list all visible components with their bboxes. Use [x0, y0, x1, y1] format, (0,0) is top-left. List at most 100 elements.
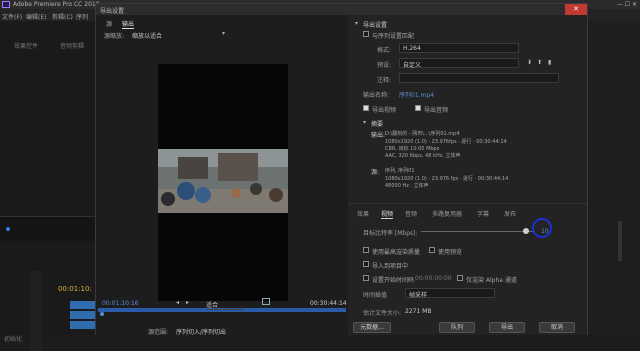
crop-icon[interactable]	[262, 298, 270, 305]
tab-captions[interactable]: 字幕	[477, 209, 489, 218]
playhead-icon[interactable]	[100, 312, 104, 316]
tab-source[interactable]: 源	[106, 19, 112, 28]
alpha-only-label: 仅渲染 Alpha 通道	[466, 277, 517, 284]
tab-output[interactable]: 输出	[122, 19, 135, 29]
app-title: Adobe Premiere Pro CC 2018	[13, 1, 100, 8]
file-size-value: 2271 MB	[405, 308, 432, 315]
preset-label: 预设:	[377, 62, 392, 69]
video-frame-svg	[158, 149, 288, 213]
max-render-label: 使用最高渲染质量	[372, 249, 421, 256]
source-scale-label: 源缩放:	[104, 33, 125, 40]
export-settings-header: 导出设置	[363, 22, 388, 29]
summary-output-audio: AAC, 320 Kbps, 48 kHz, 立体声	[385, 153, 461, 159]
bitrate-label: 目标比特率 [Mbps]:	[363, 230, 418, 237]
bitrate-slider-track[interactable]	[421, 231, 535, 232]
source-timeline-strip	[0, 216, 95, 241]
menu-sequence[interactable]: 序列	[76, 12, 88, 21]
export-button[interactable]: 导出	[489, 322, 525, 333]
chevron-down-icon[interactable]: ▾	[222, 30, 225, 37]
file-size-label: 估计文件大小:	[363, 310, 402, 317]
start-tc-checkbox[interactable]	[363, 275, 369, 281]
export-video-label: 导出视频	[372, 107, 397, 114]
preset-select[interactable]: 自定义	[399, 58, 519, 69]
output-name-label: 输出名称:	[363, 92, 390, 99]
dialog-title: 导出设置	[100, 8, 125, 15]
summary-source-audio: 48000 Hz · 立体声	[385, 183, 429, 189]
background-right-panel	[588, 21, 640, 335]
settings-pane: ▾ 导出设置 与序列设置匹配 格式: H.264 预设: 自定义 ⬇ ⬆ ▮ 注…	[349, 15, 587, 335]
collapse-icon[interactable]: ▾	[355, 20, 358, 27]
delete-preset-icon[interactable]: ▮	[548, 59, 551, 66]
comment-input[interactable]	[399, 73, 559, 83]
mixer-label: 初始化	[4, 336, 23, 343]
audio-clip-tab[interactable]: 音频剪辑	[60, 41, 84, 50]
video-frame-image	[158, 149, 288, 213]
metadata-button[interactable]: 元数据...	[353, 322, 391, 333]
match-sequence-label: 与序列设置匹配	[372, 33, 415, 40]
summary-output-path: D:\翻刻的 - 网布\...\序列01.mp4	[385, 131, 460, 137]
tab-effects[interactable]: 效果	[357, 209, 369, 218]
tab-audio[interactable]: 音频	[405, 209, 417, 218]
timeline-track-3[interactable]	[70, 321, 95, 329]
interp-select[interactable]: 帧采样	[405, 288, 495, 299]
interp-value: 帧采样	[409, 292, 428, 299]
format-select[interactable]: H.264	[399, 43, 519, 53]
comment-label: 注释:	[377, 77, 392, 84]
scrollbar-track[interactable]	[618, 221, 622, 261]
alpha-only-checkbox[interactable]	[457, 275, 463, 281]
timeline-tools	[30, 271, 42, 351]
start-tc-label: 设置开始时间码	[372, 277, 415, 284]
source-scale-select[interactable]: 缩放以适合	[132, 31, 230, 40]
timeline-track[interactable]	[70, 301, 95, 309]
bitrate-slider-knob[interactable]	[522, 228, 529, 234]
cancel-button[interactable]: 取消	[539, 322, 575, 333]
summary-divider	[349, 203, 587, 204]
fit-select[interactable]: 适合	[206, 300, 244, 310]
effect-controls-tab[interactable]: 效果控件	[14, 41, 38, 50]
import-preset-icon[interactable]: ⬆	[537, 59, 542, 66]
tab-multiplexer[interactable]: 多路复用器	[432, 209, 462, 218]
mark-in-icon[interactable]: ◂	[176, 299, 179, 306]
export-settings-dialog: 导出设置 ✕ 源 输出 源缩放: 缩放以适合 ▾ 00:01:10:16 00:…	[95, 3, 588, 336]
summary-output-label: 输出:	[371, 132, 386, 139]
queue-button[interactable]: 队列	[439, 322, 475, 333]
tab-publish[interactable]: 发布	[504, 209, 516, 218]
summary-header: 摘要	[371, 121, 384, 128]
summary-output-video: 1080x1920 (1.0) · 23.976fps · 逐行 · 00:30…	[385, 139, 507, 145]
import-project-label: 导入到项目中	[372, 263, 409, 270]
start-tc-value[interactable]: 00:00:00:00	[415, 275, 452, 282]
tab-video[interactable]: 视频	[381, 209, 394, 219]
window-controls[interactable]: — ☐ ✕	[617, 1, 637, 8]
use-previews-checkbox[interactable]	[429, 247, 435, 253]
match-sequence-checkbox[interactable]	[363, 31, 369, 37]
playhead-marker[interactable]	[6, 227, 10, 231]
close-icon[interactable]: ✕	[565, 4, 587, 15]
save-preset-icon[interactable]: ⬇	[527, 59, 532, 66]
menu-file[interactable]: 文件(F)	[2, 12, 22, 21]
max-render-checkbox[interactable]	[363, 247, 369, 253]
summary-source-label: 源:	[371, 169, 380, 176]
timecode-in: 00:01:10:16	[102, 300, 139, 307]
menu-clip[interactable]: 剪辑(C)	[52, 12, 73, 21]
interp-label: 时间插值	[363, 292, 388, 299]
preset-value: 自定义	[403, 62, 422, 69]
background-panels: 效果控件 音频剪辑 00:01:10: 初始化	[0, 21, 95, 351]
format-label: 格式:	[377, 47, 392, 54]
import-project-checkbox[interactable]	[363, 261, 369, 267]
preview-pane: 源 输出 源缩放: 缩放以适合 ▾ 00:01:10:16 00:30:44:1…	[96, 15, 348, 336]
timeline-track-2[interactable]	[70, 311, 95, 319]
export-video-checkbox[interactable]	[363, 105, 369, 111]
summary-collapse-icon[interactable]: ▾	[363, 119, 366, 126]
format-value: H.264	[403, 45, 421, 52]
annotation-circle	[532, 218, 552, 238]
output-name-link[interactable]: 序列01.mp4	[399, 90, 434, 99]
timecode-out: 00:30:44:14	[310, 300, 347, 307]
dialog-titlebar[interactable]: 导出设置 ✕	[96, 4, 587, 15]
summary-source-name: 序列, 序列01	[385, 168, 415, 174]
use-previews-label: 使用预览	[438, 249, 463, 256]
menu-edit[interactable]: 编辑(E)	[26, 12, 46, 21]
mark-out-icon[interactable]: ▸	[186, 299, 189, 306]
premiere-logo-icon	[2, 1, 10, 8]
export-audio-checkbox[interactable]	[415, 105, 421, 111]
summary-output-bitrate: CBR, 目标 10.00 Mbps	[385, 146, 440, 152]
